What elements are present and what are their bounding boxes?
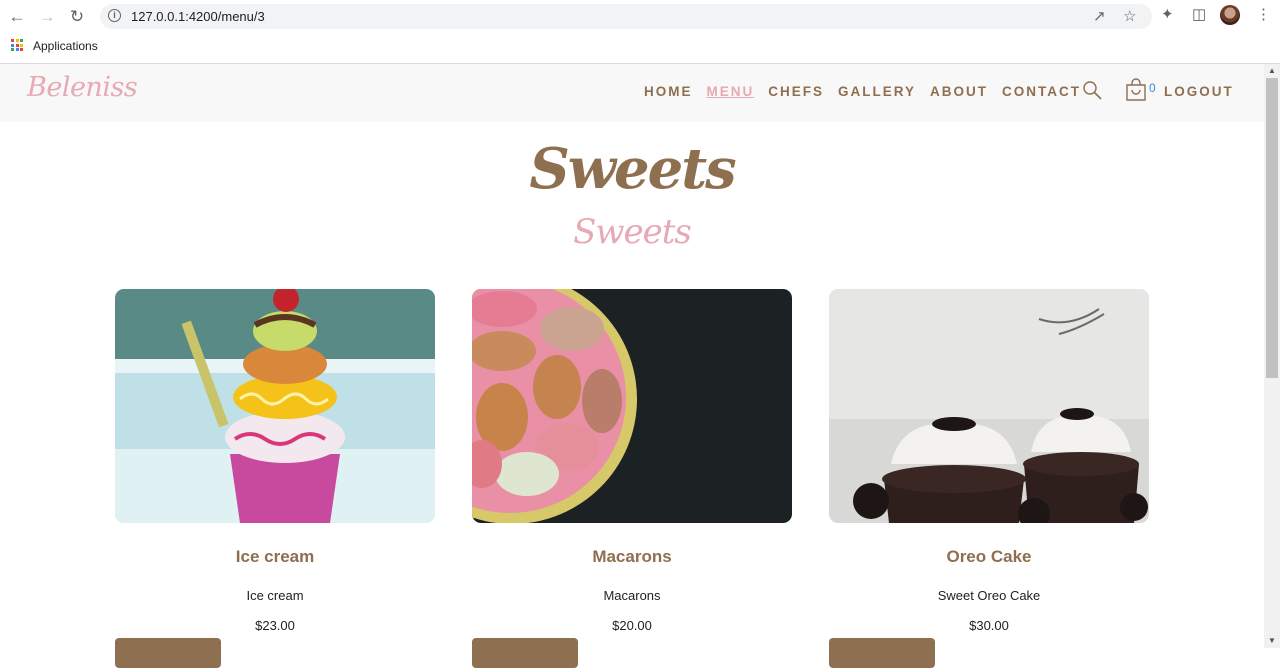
nav-contact[interactable]: CONTACT bbox=[1002, 84, 1081, 99]
product-card: Ice cream Ice cream $23.00 bbox=[115, 289, 435, 668]
side-panel-icon[interactable]: ◫ bbox=[1192, 5, 1206, 23]
page-subtitle: Sweets bbox=[573, 212, 692, 252]
back-arrow-icon[interactable]: ← bbox=[6, 6, 28, 28]
product-name[interactable]: Macarons bbox=[472, 547, 792, 567]
product-price: $23.00 bbox=[255, 618, 295, 633]
bookmarks-bar bbox=[0, 33, 1280, 64]
apps-grid-icon[interactable] bbox=[11, 39, 23, 51]
add-to-cart-button[interactable] bbox=[829, 638, 935, 668]
shopping-bag-icon[interactable] bbox=[1125, 78, 1147, 102]
site-logo[interactable]: Beleniss bbox=[27, 72, 138, 103]
main-nav: HOME MENU CHEFS GALLERY ABOUT CONTACT bbox=[644, 84, 1095, 99]
product-price: $30.00 bbox=[969, 618, 1009, 633]
browser-toolbar: ← → ↻ i 127.0.0.1:4200/menu/3 ↗ ☆ ✦ ◫ ⋮ bbox=[0, 0, 1280, 33]
product-description: Macarons bbox=[603, 588, 661, 603]
product-card: Oreo Cake Sweet Oreo Cake $30.00 bbox=[829, 289, 1149, 668]
logout-link[interactable]: LOGOUT bbox=[1164, 84, 1234, 99]
nav-home[interactable]: HOME bbox=[644, 84, 693, 99]
bookmark-applications[interactable]: Applications bbox=[33, 39, 98, 53]
bookmark-star-icon[interactable]: ☆ bbox=[1123, 7, 1136, 25]
url-text[interactable]: 127.0.0.1:4200/menu/3 bbox=[131, 9, 265, 24]
macarons-image[interactable] bbox=[472, 289, 792, 523]
site-header: Beleniss HOME MENU CHEFS GALLERY ABOUT C… bbox=[0, 64, 1264, 122]
cart-count-badge: 0 bbox=[1149, 81, 1156, 95]
share-icon[interactable]: ↗ bbox=[1093, 7, 1106, 25]
product-card: Macarons Macarons $20.00 bbox=[472, 289, 792, 668]
product-name[interactable]: Ice cream bbox=[115, 547, 435, 567]
site-info-icon[interactable]: i bbox=[108, 9, 121, 22]
scroll-up-arrow-icon[interactable]: ▲ bbox=[1268, 66, 1276, 75]
nav-chefs[interactable]: CHEFS bbox=[768, 84, 824, 99]
nav-about[interactable]: ABOUT bbox=[930, 84, 988, 99]
forward-arrow-icon[interactable]: → bbox=[36, 6, 58, 28]
page-scrollbar[interactable]: ▲ ▼ bbox=[1264, 64, 1280, 648]
nav-gallery[interactable]: GALLERY bbox=[838, 84, 916, 99]
product-description: Ice cream bbox=[246, 588, 304, 603]
profile-avatar[interactable] bbox=[1220, 5, 1240, 25]
nav-menu[interactable]: MENU bbox=[707, 84, 755, 99]
product-name[interactable]: Oreo Cake bbox=[829, 547, 1149, 567]
add-to-cart-button[interactable] bbox=[472, 638, 578, 668]
add-to-cart-button[interactable] bbox=[115, 638, 221, 668]
oreo-cake-image[interactable] bbox=[829, 289, 1149, 523]
scrollbar-thumb[interactable] bbox=[1266, 78, 1278, 378]
product-description: Sweet Oreo Cake bbox=[937, 588, 1041, 603]
scroll-down-arrow-icon[interactable]: ▼ bbox=[1268, 636, 1276, 645]
ice-cream-image[interactable] bbox=[115, 289, 435, 523]
extensions-puzzle-icon[interactable]: ✦ bbox=[1161, 5, 1174, 23]
page-title: Sweets bbox=[529, 136, 736, 202]
reload-icon[interactable]: ↻ bbox=[66, 6, 88, 28]
address-bar[interactable]: i 127.0.0.1:4200/menu/3 ↗ ☆ bbox=[100, 4, 1152, 29]
product-price: $20.00 bbox=[612, 618, 652, 633]
search-icon[interactable] bbox=[1082, 80, 1102, 100]
kebab-menu-icon[interactable]: ⋮ bbox=[1256, 5, 1271, 23]
